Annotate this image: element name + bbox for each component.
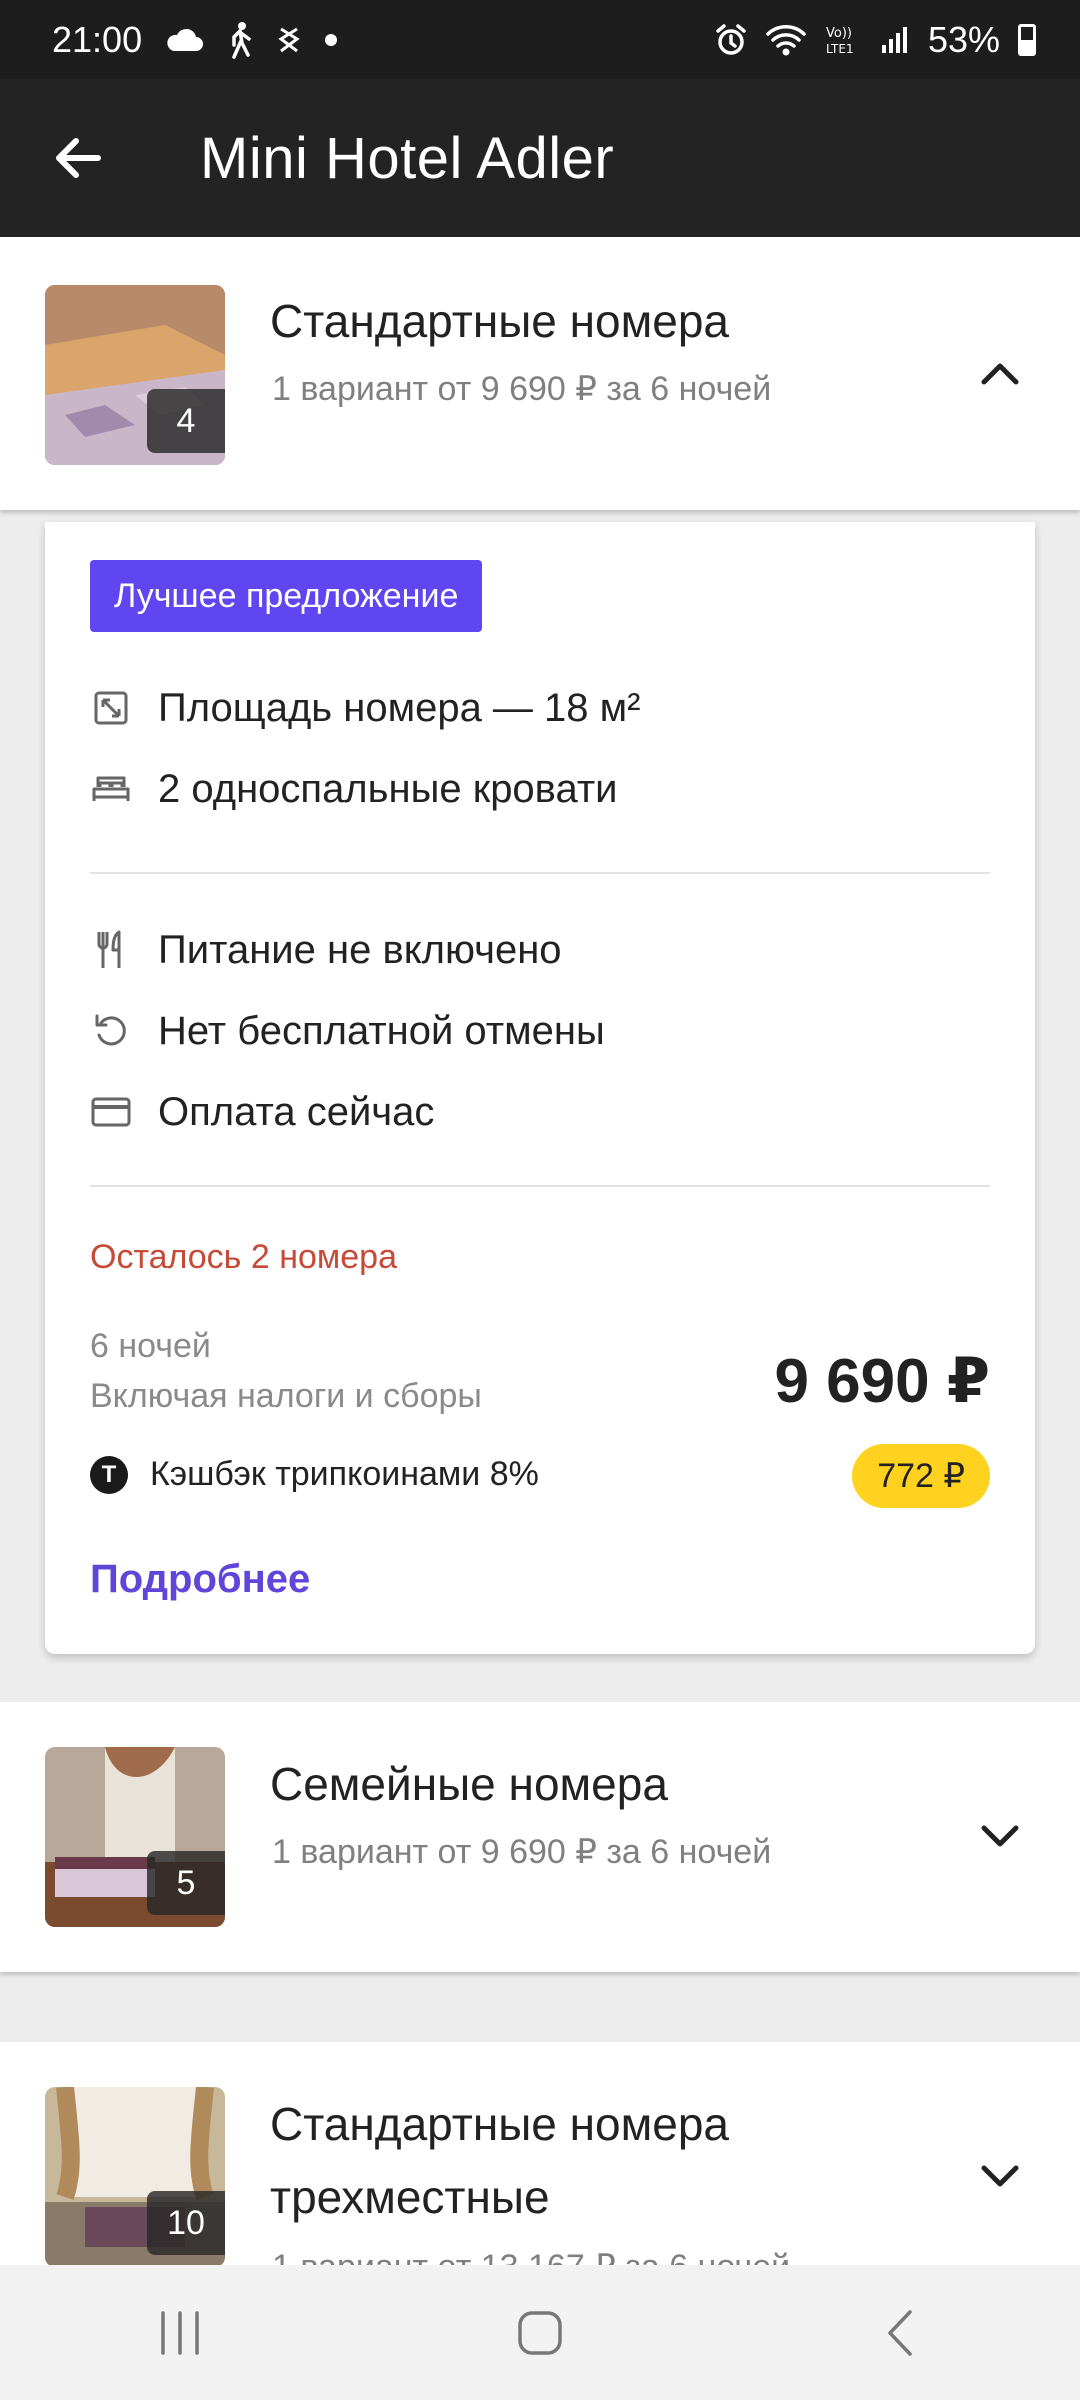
walking-icon (226, 21, 254, 59)
system-back-button[interactable] (850, 2283, 950, 2383)
recent-apps-button[interactable] (130, 2283, 230, 2383)
room-area-icon (90, 687, 132, 729)
room-photo[interactable]: 10 (45, 2087, 225, 2265)
alarm-icon (714, 23, 748, 57)
status-time: 21:00 (52, 18, 143, 60)
feature-text: Площадь номера — 18 м² (158, 685, 641, 730)
condition-meals: Питание не включено (90, 920, 562, 980)
cashback-label: Кэшбэк трипкоинами 8% (150, 1455, 539, 1493)
cashback-row: T Кэшбэк трипкоинами 8% (90, 1455, 539, 1494)
home-button[interactable] (490, 2283, 590, 2383)
photo-count: 4 (147, 389, 225, 453)
nights-count: 6 ночей (90, 1327, 211, 1365)
photo-count: 5 (147, 1851, 225, 1915)
divider (90, 1185, 990, 1187)
room-photo[interactable]: 5 (45, 1747, 225, 1927)
fork-knife-icon (90, 929, 132, 971)
offer-price: 9 690 ₽ (774, 1347, 990, 1416)
room-type-header[interactable]: 10 Стандартные номера трехместные 1 вари… (0, 2042, 1080, 2265)
chevron-down-icon (981, 1825, 1019, 1847)
tripcoin-icon: T (90, 1455, 128, 1494)
wifi-icon (766, 24, 806, 56)
room-type-name: Семейные номера (270, 1758, 668, 1810)
dot-icon (324, 33, 338, 47)
room-type-subtitle: 1 вариант от 9 690 ₽ за 6 ночей (272, 1833, 772, 1871)
page-title: Mini Hotel Adler (200, 125, 615, 191)
battery-icon (1018, 23, 1036, 56)
expand-button[interactable] (972, 2149, 1028, 2205)
feature-room-area: Площадь номера — 18 м² (90, 678, 640, 738)
room-photo[interactable]: 4 (45, 285, 225, 465)
activity-icon (276, 25, 302, 55)
collapse-button[interactable] (972, 345, 1028, 401)
taxes-note: Включая налоги и сборы (90, 1377, 482, 1415)
condition-cancellation: Нет бесплатной отмены (90, 1001, 605, 1061)
condition-text: Нет бесплатной отмены (158, 1008, 605, 1053)
svg-text:LTE1: LTE1 (826, 42, 854, 56)
chevron-up-icon (981, 363, 1019, 385)
feature-beds: 2 односпальные кровати (90, 759, 618, 819)
chevron-down-icon (981, 2165, 1019, 2187)
status-bar: 21:00 Vo)) LTE1 53% (0, 0, 1080, 79)
undo-icon (90, 1010, 132, 1052)
system-nav-bar (0, 2265, 1080, 2400)
rooms-left-warning: Осталось 2 номера (90, 1238, 397, 1276)
photo-count: 10 (147, 2191, 225, 2255)
signal-icon (880, 25, 910, 55)
bed-icon (90, 768, 132, 810)
expand-button[interactable] (972, 1809, 1028, 1865)
cloud-icon (164, 27, 204, 53)
room-type-name: Стандартные номера (270, 2098, 730, 2150)
app-bar: Mini Hotel Adler (0, 79, 1080, 237)
condition-payment: Оплата сейчас (90, 1082, 434, 1142)
feature-text: 2 односпальные кровати (158, 766, 618, 811)
cashback-amount: 772 ₽ (852, 1444, 990, 1508)
home-icon (518, 2310, 562, 2355)
condition-text: Оплата сейчас (158, 1089, 435, 1134)
credit-card-icon (90, 1091, 132, 1133)
volte-icon: Vo)) LTE1 (824, 23, 862, 57)
back-button[interactable] (36, 116, 120, 200)
room-type-subtitle: 1 вариант от 13 167 ₽ за 6 ночей (272, 2247, 790, 2265)
back-chevron-icon (888, 2309, 912, 2356)
room-type-name: Стандартные номера (270, 295, 730, 347)
condition-text: Питание не включено (158, 927, 562, 972)
divider (90, 872, 990, 874)
recent-apps-icon (161, 2310, 199, 2355)
battery-percent: 53% (927, 18, 1000, 60)
best-offer-badge: Лучшее предложение (90, 560, 483, 632)
details-link[interactable]: Подробнее (90, 1557, 310, 1602)
svg-text:Vo)): Vo)) (826, 26, 852, 41)
room-type-header[interactable]: 4 Стандартные номера 1 вариант от 9 690 … (0, 237, 1080, 510)
arrow-left-icon (56, 138, 101, 178)
room-type-name-line2: трехместные (270, 2171, 550, 2223)
room-type-subtitle: 1 вариант от 9 690 ₽ за 6 ночей (272, 370, 772, 408)
offer-card: Лучшее предложение Площадь номера — 18 м… (45, 522, 1035, 1654)
room-type-header[interactable]: 5 Семейные номера 1 вариант от 9 690 ₽ з… (0, 1702, 1080, 1972)
